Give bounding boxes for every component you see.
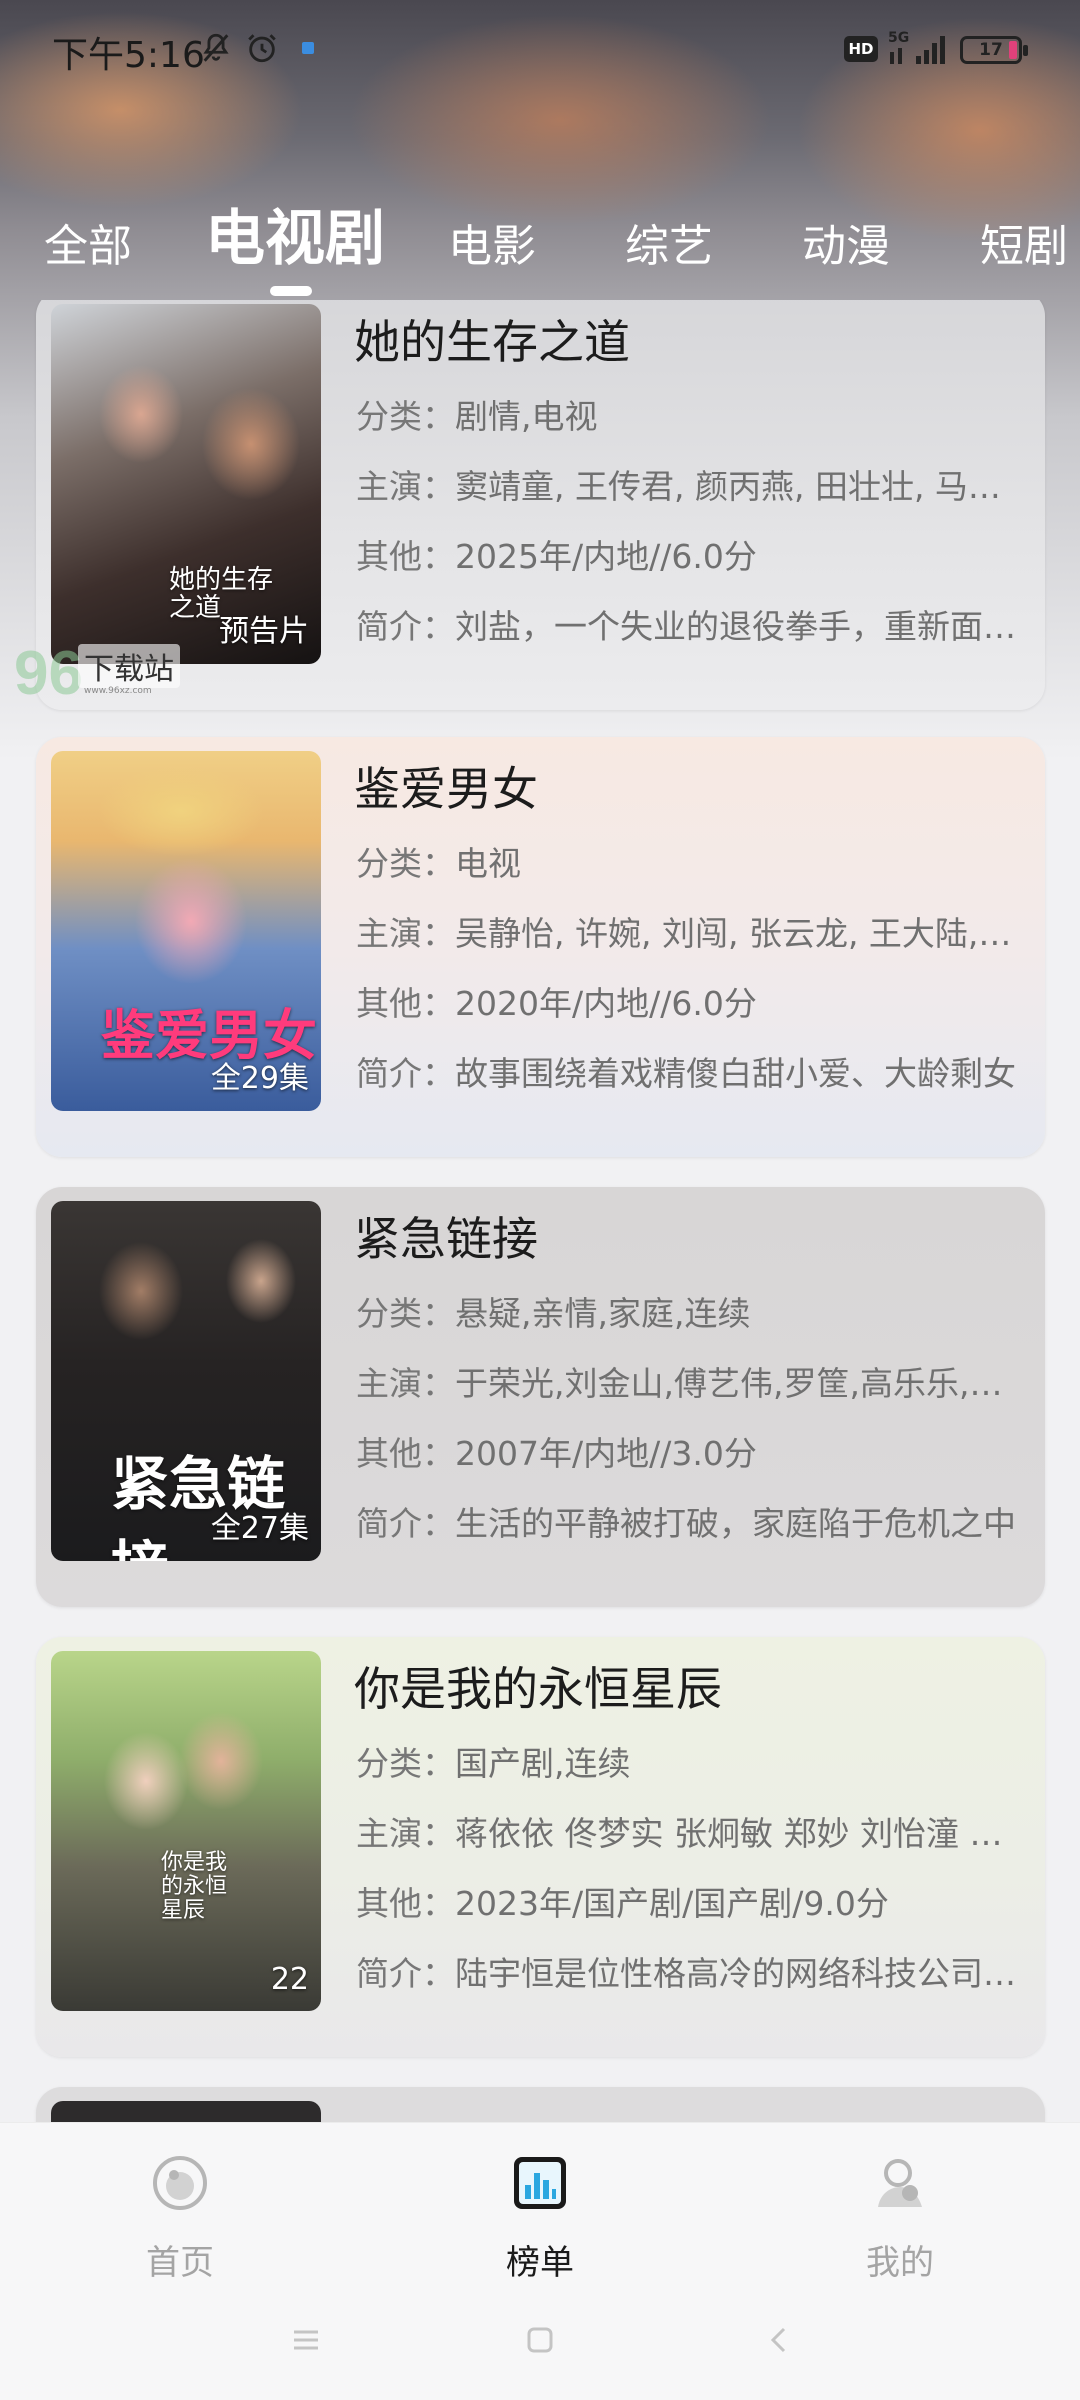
list-item[interactable]: 鉴爱男女 全29集 鉴爱男女 分类：电视 主演：吴静怡, 许婉, 刘闯, 张云龙… <box>36 737 1045 1157</box>
watermark: 96 下载站 www.96xz.com <box>14 638 184 708</box>
status-time: 下午5:16 <box>52 35 205 76</box>
back-icon[interactable] <box>760 2320 800 2360</box>
item-intro: 简介：生活的平静被打破，家庭陷于危机之中 <box>356 1504 1016 1543</box>
tab-variety[interactable]: 综艺 <box>625 210 713 274</box>
tab-short-drama[interactable]: 短剧 <box>980 210 1068 274</box>
item-title: 紧急链接 <box>354 1212 538 1266</box>
home-square-icon[interactable] <box>520 2320 560 2360</box>
tab-anime[interactable]: 动漫 <box>802 210 890 274</box>
item-category: 分类：国产剧,连续 <box>356 1744 631 1783</box>
tab-all[interactable]: 全部 <box>44 210 132 274</box>
list-item[interactable] <box>36 2087 1045 2122</box>
item-category: 分类：剧情,电视 <box>356 397 598 436</box>
hd-icon: HD <box>844 36 878 62</box>
ranking-chart-icon <box>510 2153 570 2213</box>
poster-text: 你是我的永恒星辰 <box>161 1850 228 1923</box>
item-intro: 简介：陆宇恒是位性格高冷的网络科技公司总裁 <box>356 1954 1016 1993</box>
5g-signal-icon: 5G <box>886 28 950 68</box>
list-item[interactable]: 紧急链接 全27集 紧急链接 分类：悬疑,亲情,家庭,连续 主演：于荣光,刘金山… <box>36 1187 1045 1607</box>
item-cast: 主演：窦靖童, 王传君, 颜丙燕, 田壮壮, 马苏, 赵一博 <box>356 467 1016 506</box>
tab-tv-series[interactable]: 电视剧 <box>205 190 385 277</box>
item-other: 其他：2007年/内地//3.0分 <box>356 1434 757 1473</box>
poster-image: 紧急链接 全27集 <box>51 1201 321 1561</box>
item-cast: 主演：蒋依依 佟梦实 张炯敏 郑妙 刘怡潼 王以纶 <box>356 1814 1016 1853</box>
poster-badge: 预告片 <box>219 614 309 649</box>
tab-movies[interactable]: 电影 <box>448 210 536 274</box>
nav-ranking-label: 榜单 <box>506 2243 574 2283</box>
notification-dot-icon <box>300 28 316 68</box>
nav-home-label: 首页 <box>146 2243 214 2283</box>
nav-profile-label: 我的 <box>866 2243 934 2283</box>
active-tab-indicator <box>270 286 312 296</box>
network-type: 5G <box>888 30 909 46</box>
battery-level: 17 <box>979 40 1003 60</box>
item-cast: 主演：吴静怡, 许婉, 刘闯, 张云龙, 王大陆, 王佳 <box>356 914 1016 953</box>
poster-image: 你是我的永恒星辰 22 <box>51 1651 321 2011</box>
item-title: 鉴爱男女 <box>354 762 538 816</box>
item-category: 分类：电视 <box>356 844 521 883</box>
nav-home[interactable]: 首页 <box>80 2143 280 2283</box>
item-title: 她的生存之道 <box>354 315 630 369</box>
item-other: 其他：2020年/内地//6.0分 <box>356 984 757 1023</box>
poster-badge: 全27集 <box>210 1511 309 1546</box>
nav-profile[interactable]: 我的 <box>800 2143 1000 2283</box>
poster-image <box>51 2101 321 2122</box>
alarm-icon <box>242 28 282 68</box>
list-item[interactable]: 她的生存之道 预告片 她的生存之道 分类：剧情,电视 主演：窦靖童, 王传君, … <box>36 300 1045 710</box>
profile-icon <box>870 2153 930 2213</box>
watermark-url: www.96xz.com <box>84 686 152 696</box>
watermark-text: 下载站 <box>78 644 180 688</box>
poster-badge: 22 <box>270 1962 309 1997</box>
item-intro: 简介：刘盐，一个失业的退役拳手，重新面对生活 <box>356 607 1016 646</box>
poster-image: 她的生存之道 预告片 <box>51 304 321 664</box>
menu-icon[interactable] <box>286 2320 326 2360</box>
mute-bell-icon <box>196 28 236 68</box>
drama-list[interactable]: 她的生存之道 预告片 她的生存之道 分类：剧情,电视 主演：窦靖童, 王传君, … <box>0 300 1080 2122</box>
item-other: 其他：2025年/内地//6.0分 <box>356 537 757 576</box>
home-icon <box>150 2153 210 2213</box>
watermark-logo: 96 <box>14 639 83 708</box>
list-item[interactable]: 你是我的永恒星辰 22 你是我的永恒星辰 分类：国产剧,连续 主演：蒋依依 佟梦… <box>36 1637 1045 2057</box>
item-cast: 主演：于荣光,刘金山,傅艺伟,罗筐,高乐乐,张峰 <box>356 1364 1016 1403</box>
status-bar: 下午5:16 HD 5G 17 <box>0 0 1080 100</box>
battery-icon: 17 <box>960 36 1028 64</box>
item-title: 你是我的永恒星辰 <box>354 1662 722 1716</box>
poster-image: 鉴爱男女 全29集 <box>51 751 321 1111</box>
item-intro: 简介：故事围绕着戏精傻白甜小爱、大龄剩女 <box>356 1054 1016 1093</box>
item-other: 其他：2023年/国产剧/国产剧/9.0分 <box>356 1884 889 1923</box>
poster-badge: 全29集 <box>210 1061 309 1096</box>
category-tabs: 全部 电视剧 电影 综艺 动漫 短剧 <box>0 190 1080 310</box>
item-category: 分类：悬疑,亲情,家庭,连续 <box>356 1294 751 1333</box>
system-navigation-bar <box>0 2300 1080 2380</box>
nav-ranking[interactable]: 榜单 <box>440 2143 640 2283</box>
